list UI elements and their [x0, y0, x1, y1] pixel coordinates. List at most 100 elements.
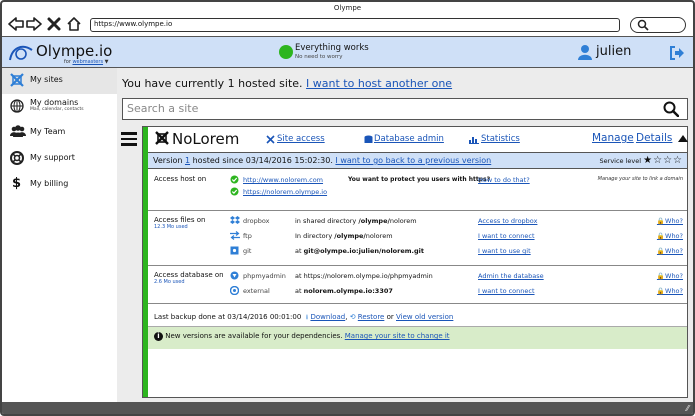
db-connect-link[interactable]: I want to connect	[478, 287, 535, 295]
use-git-link[interactable]: I want to use git	[478, 247, 531, 255]
brand-tagline: for webmasters ▼	[64, 59, 109, 65]
service-level-label: Service level	[599, 157, 642, 165]
stop-icon[interactable]	[46, 16, 62, 32]
phpmyadmin-path-prefix: at	[295, 272, 302, 280]
who-link[interactable]: 🔒Who?	[657, 217, 683, 225]
git-path: at git@olympe.io:julien/nolorem.git	[295, 247, 424, 255]
site-access-link[interactable]: Site access	[277, 134, 325, 144]
git-icon	[230, 246, 239, 255]
chevron-down-icon[interactable]: ▼	[105, 59, 109, 65]
dropbox-path-suffix: nolorem	[389, 217, 417, 225]
admin-database-link[interactable]: Admin the database	[478, 272, 544, 280]
service-level: Service level ★☆☆☆	[600, 153, 683, 169]
site-card-header: NoLorem Site access Database admin Stati…	[148, 127, 688, 151]
lock-icon: 🔒	[656, 272, 666, 280]
sites-icon	[10, 73, 24, 87]
sidebar-item-label: My domains	[30, 98, 79, 107]
forward-icon[interactable]	[26, 16, 42, 32]
back-icon[interactable]	[8, 16, 24, 32]
address-bar[interactable]: https://www.olympe.io	[90, 18, 620, 32]
details-link[interactable]: Details	[636, 132, 672, 144]
sidebar-item-domains[interactable]: My domains Mail, calendar, contacts	[2, 94, 117, 120]
version-number-link[interactable]: 1	[185, 156, 190, 165]
who-link-label: Who?	[665, 272, 683, 280]
window-title: Olympe	[333, 4, 362, 12]
view-old-version-link[interactable]: View old version	[396, 313, 453, 321]
logo-icon	[8, 44, 34, 65]
ftp-path: In directory /olympe/nolorem	[295, 232, 393, 240]
manage-site-link[interactable]: Manage your site to change it	[345, 332, 450, 340]
download-icon: ⭳	[305, 313, 309, 321]
resize-grip-icon[interactable]: ⁄⁄	[686, 404, 689, 413]
who-link[interactable]: 🔒Who?	[657, 232, 683, 240]
how-to-https-link[interactable]: How to do that?	[478, 176, 530, 184]
user-icon[interactable]	[577, 44, 593, 63]
status-subtitle: No need to worry	[295, 54, 343, 60]
who-link-label: Who?	[665, 217, 683, 225]
previous-version-link[interactable]: I want to go back to a previous version	[335, 156, 491, 165]
external-db-path-value: nolorem.olympe.io:3307	[303, 287, 393, 295]
check-icon	[230, 187, 239, 196]
download-link[interactable]: Download	[310, 313, 345, 321]
phpmyadmin-icon	[230, 271, 239, 280]
site-card: NoLorem Site access Database admin Stati…	[142, 126, 688, 398]
https-url-link[interactable]: https://nolorem.olympe.io	[243, 188, 327, 196]
external-db-name: external	[243, 287, 270, 295]
site-search-box	[122, 98, 688, 120]
version-bar: Version 1 hosted since 03/14/2016 15:02:…	[148, 152, 687, 169]
host-another-link[interactable]: I want to host another one	[306, 77, 452, 90]
logout-icon[interactable]	[669, 46, 685, 63]
external-db-row: external at nolorem.olympe.io:3307 I wan…	[148, 285, 687, 298]
version-prefix: Version	[153, 156, 183, 165]
ftp-row: ftp In directory /olympe/nolorem I want …	[148, 231, 687, 243]
external-db-path: at nolorem.olympe.io:3307	[295, 287, 393, 295]
access-dropbox-link[interactable]: Access to dropbox	[478, 217, 537, 225]
phpmyadmin-path: at https://nolorem.olympe.io/phpmyadmin	[295, 272, 433, 280]
access-database-section: Access database on 2.6 Mo used phpmyadmi…	[148, 267, 687, 304]
ftp-name: ftp	[243, 232, 252, 240]
status-indicator-icon	[279, 45, 293, 59]
sidebar-item-label: My billing	[30, 179, 69, 188]
dropbox-path-value: /olympe/	[358, 217, 390, 225]
statistics-link[interactable]: Statistics	[481, 134, 520, 144]
site-search-input[interactable]	[123, 99, 643, 118]
phpmyadmin-row: phpmyadmin at https://nolorem.olympe.io/…	[148, 271, 687, 283]
phpmyadmin-name: phpmyadmin	[243, 272, 286, 280]
sidebar-item-billing[interactable]: $ My billing	[2, 172, 117, 198]
home-icon[interactable]	[66, 16, 82, 32]
menu-icon[interactable]	[121, 132, 137, 146]
check-icon	[230, 175, 239, 184]
https-question: You want to protect you users with https…	[348, 176, 491, 183]
dropbox-name: dropbox	[243, 217, 270, 225]
dependency-notice: i New versions are available for your de…	[148, 326, 687, 349]
brand-tagline-prefix: for	[64, 59, 71, 65]
git-path-prefix: at	[295, 247, 302, 255]
transfer-icon	[230, 231, 240, 240]
ftp-connect-link[interactable]: I want to connect	[478, 232, 535, 240]
access-files-section: Access files on 12.3 Mo used dropbox in …	[148, 212, 687, 266]
database-admin-link[interactable]: Database admin	[374, 134, 444, 144]
brand-name[interactable]: Olympe.io	[36, 42, 112, 60]
search-icon[interactable]	[663, 101, 680, 120]
sidebar-item-support[interactable]: My support	[2, 146, 117, 172]
who-link[interactable]: 🔒Who?	[657, 272, 683, 280]
user-name[interactable]: julien	[596, 44, 631, 59]
git-row: git at git@olympe.io:julien/nolorem.git …	[148, 246, 687, 258]
backup-line: Last backup done at 03/14/2016 00:01:00 …	[154, 313, 454, 321]
sidebar-item-sites[interactable]: My sites	[2, 68, 117, 94]
restore-link[interactable]: Restore	[358, 313, 385, 321]
collapse-icon[interactable]	[678, 135, 688, 142]
statistics-icon	[469, 135, 479, 147]
hosted-summary: You have currently 1 hosted site. I want…	[122, 77, 452, 90]
http-url-link[interactable]: http://www.nolorem.com	[243, 176, 323, 184]
who-link[interactable]: 🔒Who?	[657, 247, 683, 255]
hosted-summary-text: You have currently 1 hosted site.	[122, 77, 303, 90]
manage-link[interactable]: Manage	[592, 132, 634, 144]
browser-search-field[interactable]	[630, 17, 686, 33]
audience-dropdown[interactable]: webmasters	[72, 59, 103, 65]
who-link[interactable]: 🔒Who?	[657, 287, 683, 295]
sidebar-item-team[interactable]: My Team	[2, 120, 117, 146]
who-link-label: Who?	[665, 287, 683, 295]
notice-text: New versions are available for your depe…	[165, 332, 343, 340]
star-rating-icon[interactable]: ★☆☆☆	[643, 155, 683, 166]
